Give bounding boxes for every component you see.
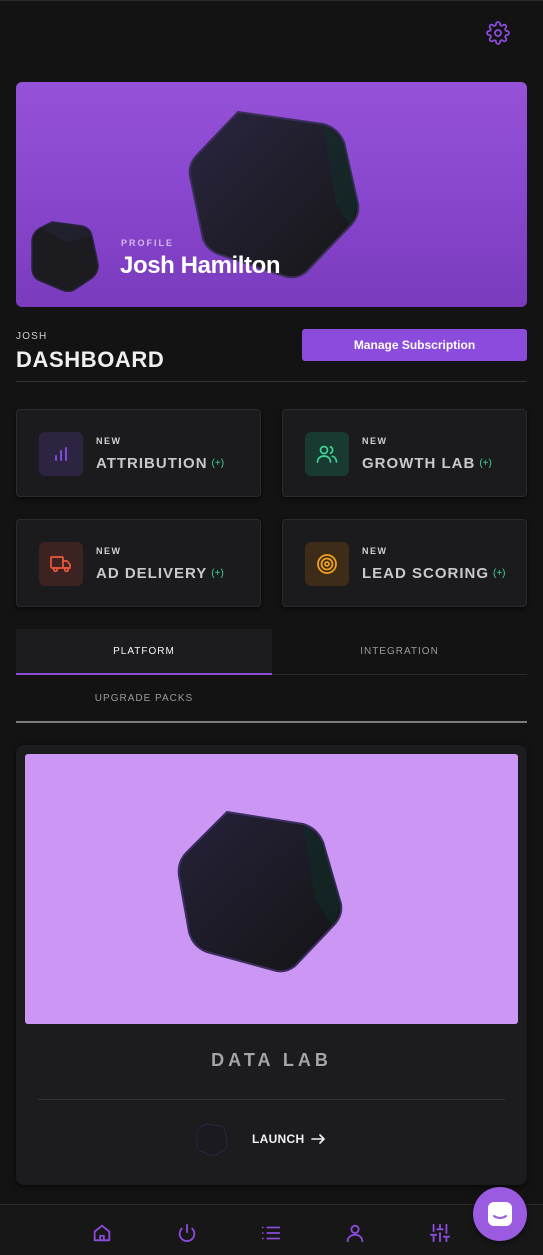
tab-upgrade-packs[interactable]: UPGRADE PACKS xyxy=(16,675,272,721)
settings-button[interactable] xyxy=(484,19,512,47)
growth-lab-icon-tile xyxy=(305,432,349,476)
tabs-underline xyxy=(16,721,527,723)
new-badge: NEW xyxy=(362,546,388,556)
app-screen: PROFILE Josh Hamilton JOSH DASHBOARD Man… xyxy=(0,0,543,1255)
nav-profile[interactable] xyxy=(343,1221,367,1245)
home-icon xyxy=(93,1224,111,1242)
feature-card-attribution[interactable]: NEW ATTRIBUTION (+) xyxy=(16,409,261,497)
bottom-nav xyxy=(0,1204,543,1255)
nav-settings[interactable] xyxy=(428,1221,452,1245)
chat-button[interactable] xyxy=(473,1187,527,1241)
feature-label: ATTRIBUTION (+) xyxy=(96,455,225,472)
data-lab-title: DATA LAB xyxy=(211,1050,332,1070)
data-lab-card: DATA LAB LAUNCH xyxy=(16,745,527,1185)
feature-label: LEAD SCORING (+) xyxy=(362,565,506,582)
data-lab-image xyxy=(25,754,518,1024)
new-badge: NEW xyxy=(96,546,122,556)
tab-integration[interactable]: INTEGRATION xyxy=(272,629,527,675)
list-icon xyxy=(261,1226,281,1240)
feature-label: GROWTH LAB (+) xyxy=(362,455,492,472)
new-badge: NEW xyxy=(362,436,388,446)
launch-button[interactable]: LAUNCH xyxy=(196,1121,325,1157)
new-badge: NEW xyxy=(96,436,122,446)
dashboard-eyebrow: JOSH xyxy=(16,331,48,342)
nav-list[interactable] xyxy=(259,1221,283,1245)
truck-icon xyxy=(50,556,71,573)
launch-label: LAUNCH xyxy=(252,1130,325,1148)
cube-icon xyxy=(196,1123,228,1156)
ad-delivery-icon-tile xyxy=(39,542,83,586)
chat-icon xyxy=(488,1202,512,1226)
users-icon xyxy=(316,445,338,463)
feature-card-ad-delivery[interactable]: NEW AD DELIVERY (+) xyxy=(16,519,261,607)
profile-eyebrow: PROFILE xyxy=(121,238,175,248)
attribution-icon-tile xyxy=(39,432,83,476)
divider xyxy=(38,1099,505,1100)
user-icon xyxy=(346,1224,364,1243)
profile-hero: PROFILE Josh Hamilton xyxy=(16,82,527,307)
nav-home[interactable] xyxy=(90,1221,114,1245)
nav-power[interactable] xyxy=(175,1221,199,1245)
target-icon xyxy=(317,554,337,574)
page-title: DASHBOARD xyxy=(16,347,165,372)
feature-card-lead-scoring[interactable]: NEW LEAD SCORING (+) xyxy=(282,519,527,607)
lead-scoring-icon-tile xyxy=(305,542,349,586)
cube-illustration xyxy=(177,810,343,973)
divider xyxy=(16,381,527,382)
arrow-right-icon xyxy=(311,1134,325,1144)
avatar-cube xyxy=(31,221,99,292)
gear-icon xyxy=(486,21,510,45)
sliders-icon xyxy=(429,1223,451,1243)
feature-card-growth-lab[interactable]: NEW GROWTH LAB (+) xyxy=(282,409,527,497)
feature-label: AD DELIVERY (+) xyxy=(96,565,224,582)
bar-chart-icon xyxy=(55,447,67,461)
tab-platform[interactable]: PLATFORM xyxy=(16,629,272,675)
power-icon xyxy=(178,1223,196,1242)
manage-subscription-button[interactable]: Manage Subscription xyxy=(302,329,527,361)
profile-name: Josh Hamilton xyxy=(120,252,281,279)
